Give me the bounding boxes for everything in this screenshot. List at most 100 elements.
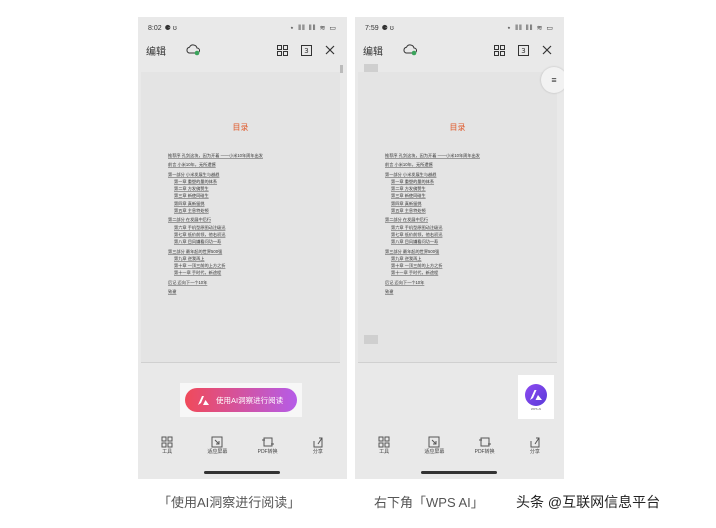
toc-entry[interactable]: 第二部分 在发展中后行 xyxy=(385,216,545,223)
notification-icons: ⚈ ʊ xyxy=(164,25,177,32)
close-icon[interactable] xyxy=(538,41,556,59)
screenshot-comparison: 8:02 ⚈ ʊ ⋆ ǁǁ ǁǁ ≋ ▭ 编辑 3 目录 推荐序 孔剑这块，因为… xyxy=(0,0,716,528)
pdf-convert-icon xyxy=(261,437,274,446)
toc-entry[interactable]: 第六章 手机型原图动注级迅 xyxy=(385,224,545,231)
reader-toolbar: 编辑 3 xyxy=(138,39,347,61)
pdf-convert-icon xyxy=(478,437,491,446)
toc-entry[interactable]: 后记 迈向下一个10年 xyxy=(385,279,545,286)
fit-screen-icon xyxy=(428,436,440,447)
home-indicator[interactable] xyxy=(421,471,497,474)
home-indicator[interactable] xyxy=(204,471,280,474)
page-count-icon[interactable]: 3 xyxy=(514,41,532,59)
ai-insight-button[interactable]: 使用AI洞察进行阅读 xyxy=(185,388,297,412)
menu-icon: ≡ xyxy=(551,75,557,85)
status-icons: ⋆ ǁǁ ǁǁ ≋ ▭ xyxy=(289,25,337,32)
wps-ai-floating-button[interactable]: WPS AI xyxy=(518,375,554,419)
toc-entry[interactable]: 第二章 方发佛赞生 xyxy=(385,185,545,192)
toc-entry[interactable]: 第一章 重塑的量的体系 xyxy=(168,178,328,185)
reader-toolbar: 编辑 3 xyxy=(355,39,564,61)
svg-text:3: 3 xyxy=(521,47,525,55)
bottom-tool-label: 分享 xyxy=(312,448,323,455)
bottom-tool-pdf-convert[interactable]: PDF转换 xyxy=(246,436,290,455)
bottom-tool-label: 工具 xyxy=(379,448,390,455)
toc-entry[interactable]: 第八章 目风嫌看问功一寿 xyxy=(168,238,328,245)
toc-entry[interactable]: 第三部分 最年起的世界500强 xyxy=(168,248,328,255)
toc-entry[interactable]: 第三章 新使同碰生 xyxy=(385,192,545,199)
toc-entry[interactable]: 第三部分 最年起的世界500强 xyxy=(385,248,545,255)
phone-screen-left: 8:02 ⚈ ʊ ⋆ ǁǁ ǁǁ ≋ ▭ 编辑 3 目录 推荐序 孔剑这块，因为… xyxy=(138,17,347,479)
toc-entry[interactable]: 第一部分 小米发展生与越趋 xyxy=(168,171,328,178)
toc-entry[interactable]: 第十章 一顶三前的上方之折 xyxy=(385,262,545,269)
page-divider xyxy=(141,362,340,363)
toc-entry[interactable]: 前言 小米10年，无所遗憾 xyxy=(168,161,328,168)
toc-entry[interactable]: 推荐序 孔剑这块，因为开着 ——小米10年周年出发 xyxy=(168,152,328,159)
toc-entry[interactable]: 第二章 方发佛赞生 xyxy=(168,185,328,192)
toc-entry[interactable]: 第四章 真新留挑 xyxy=(385,200,545,207)
share-icon xyxy=(313,437,323,447)
toc-entry[interactable]: 第七章 低价前领，他右初迅 xyxy=(168,231,328,238)
page-divider xyxy=(358,362,557,363)
bottom-toolbar: 工具 适应屏幕 PDF转换 分享 xyxy=(355,427,564,463)
edit-button[interactable]: 编辑 xyxy=(363,43,383,58)
cloud-sync-icon[interactable] xyxy=(184,41,202,59)
page-count-icon[interactable]: 3 xyxy=(297,41,315,59)
toc-list: 推荐序 孔剑这块，因为开着 ——小米10年周年出发 前言 小米10年，无所遗憾 … xyxy=(168,152,328,295)
ai-insight-banner: 使用AI洞察进行阅读 xyxy=(180,383,302,417)
bottom-tool-label: 工具 xyxy=(162,448,173,455)
bottom-toolbar: 工具 适应屏幕 PDF转换 分享 xyxy=(138,427,347,463)
close-icon[interactable] xyxy=(321,41,339,59)
bottom-tool-label: 分享 xyxy=(529,448,540,455)
toc-entry[interactable]: 第六章 手机型原图动注级迅 xyxy=(168,224,328,231)
ai-insight-label: 使用AI洞察进行阅读 xyxy=(216,395,284,405)
watermark: 头条 @互联网信息平台 xyxy=(516,494,661,510)
toc-title: 目录 xyxy=(232,123,249,132)
bottom-tool-share[interactable]: 分享 xyxy=(296,436,340,455)
toc-entry[interactable]: 第一章 重塑的量的体系 xyxy=(385,178,545,185)
scrollbar-thumb[interactable] xyxy=(340,65,343,73)
share-icon xyxy=(530,437,540,447)
toc-entry[interactable]: 前言 小米10年，无所遗憾 xyxy=(385,161,545,168)
page-marker xyxy=(364,335,378,344)
toc-entry[interactable]: 第一部分 小米发展生与越趋 xyxy=(385,171,545,178)
bottom-tool-fit-screen[interactable]: 适应屏幕 xyxy=(195,436,239,455)
bottom-tool-label: 适应屏幕 xyxy=(207,448,228,455)
toc-title: 目录 xyxy=(449,123,466,132)
bottom-tool-fit-screen[interactable]: 适应屏幕 xyxy=(412,436,456,455)
document-page: 目录 推荐序 孔剑这块，因为开着 ——小米10年周年出发 前言 小米10年，无所… xyxy=(358,72,557,362)
toc-entry[interactable]: 第十章 一顶三前的上方之折 xyxy=(168,262,328,269)
grid-view-icon[interactable] xyxy=(490,41,508,59)
wps-ai-icon xyxy=(525,384,547,406)
bottom-tool-pdf-convert[interactable]: PDF转换 xyxy=(463,436,507,455)
toc-entry[interactable]: 第四章 真新留挑 xyxy=(168,200,328,207)
caption-left: 「使用AI洞察进行阅读」 xyxy=(158,495,301,510)
toc-list: 推荐序 孔剑这块，因为开着 ——小米10年周年出发 前言 小米10年，无所遗憾 … xyxy=(385,152,545,295)
bottom-tool-tools[interactable]: 工具 xyxy=(362,436,406,455)
toc-entry[interactable]: 第九章 逆我再上 xyxy=(385,255,545,262)
ai-logo-icon xyxy=(198,395,209,405)
toc-entry[interactable]: 第五章 主息特处顿 xyxy=(168,207,328,214)
toc-entry[interactable]: 致谢 xyxy=(385,288,545,295)
toc-entry[interactable]: 第十一章 手时代，新途程 xyxy=(385,269,545,276)
toc-entry[interactable]: 第七章 低价前领，他右初迅 xyxy=(385,231,545,238)
toc-entry[interactable]: 第八章 目风嫌看问功一寿 xyxy=(385,238,545,245)
toc-entry[interactable]: 第九章 逆我再上 xyxy=(168,255,328,262)
cloud-sync-icon[interactable] xyxy=(401,41,419,59)
toc-entry[interactable]: 第五章 主息特处顿 xyxy=(385,207,545,214)
menu-fab[interactable]: ≡ xyxy=(541,67,564,93)
toc-entry[interactable]: 后记 迈向下一个10年 xyxy=(168,279,328,286)
toc-entry[interactable]: 致谢 xyxy=(168,288,328,295)
phone-screen-right: 7:59 ⚈ ʊ ⋆ ǁǁ ǁǁ ≋ ▭ 编辑 3 目录 推荐序 孔剑这块，因为… xyxy=(355,17,564,479)
edit-button[interactable]: 编辑 xyxy=(146,43,166,58)
toc-entry[interactable]: 第十一章 手时代，新途程 xyxy=(168,269,328,276)
fit-screen-icon xyxy=(211,436,223,447)
grid-view-icon[interactable] xyxy=(273,41,291,59)
grid-icon xyxy=(161,436,173,447)
status-time: 7:59 xyxy=(365,24,379,32)
toc-entry[interactable]: 推荐序 孔剑这块，因为开着 ——小米10年周年出发 xyxy=(385,152,545,159)
toc-entry[interactable]: 第二部分 在发展中后行 xyxy=(168,216,328,223)
bottom-tool-label: PDF转换 xyxy=(474,448,495,455)
bottom-tool-share[interactable]: 分享 xyxy=(513,436,557,455)
bottom-tool-tools[interactable]: 工具 xyxy=(145,436,189,455)
toc-entry[interactable]: 第三章 新使同碰生 xyxy=(168,192,328,199)
status-bar: 8:02 ⚈ ʊ ⋆ ǁǁ ǁǁ ≋ ▭ xyxy=(138,17,347,39)
